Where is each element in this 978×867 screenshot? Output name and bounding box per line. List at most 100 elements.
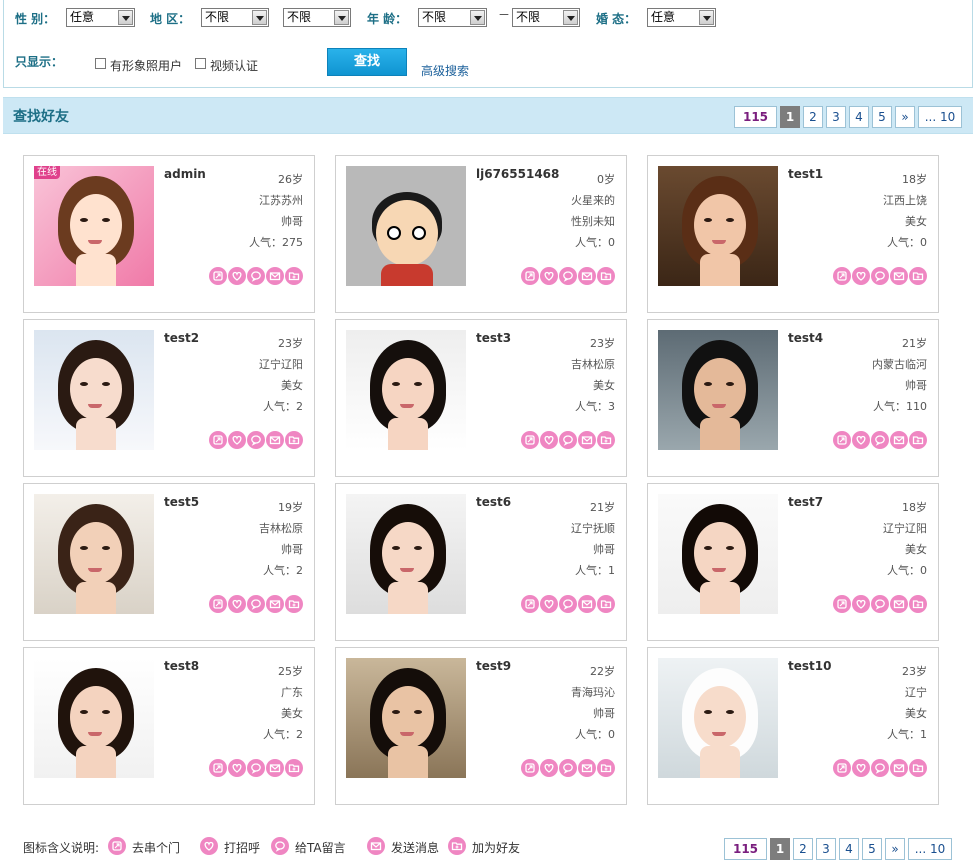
region-city-select[interactable]: 不限 (283, 8, 351, 27)
envelope-icon[interactable] (890, 595, 908, 613)
user-name-link[interactable]: test3 (476, 331, 511, 345)
page-link-current[interactable]: 1 (770, 838, 790, 860)
speech-bubble-icon[interactable] (871, 267, 889, 285)
speech-bubble-icon[interactable] (559, 759, 577, 777)
page-link[interactable]: 5 (872, 106, 892, 128)
user-name-link[interactable]: lj676551468 (476, 167, 559, 181)
heart-icon[interactable] (540, 431, 558, 449)
visit-icon[interactable] (833, 759, 851, 777)
add-friend-icon[interactable] (909, 431, 927, 449)
visit-icon[interactable] (521, 595, 539, 613)
user-name-link[interactable]: admin (164, 167, 206, 181)
page-link[interactable]: 2 (803, 106, 823, 128)
speech-bubble-icon[interactable] (871, 431, 889, 449)
heart-icon[interactable] (852, 267, 870, 285)
gender-select[interactable]: 任意 (66, 8, 135, 27)
age-from-select[interactable]: 不限 (418, 8, 487, 27)
speech-bubble-icon[interactable] (559, 267, 577, 285)
user-avatar[interactable] (346, 658, 466, 778)
add-friend-icon[interactable] (285, 431, 303, 449)
page-link[interactable]: 3 (826, 106, 846, 128)
envelope-icon[interactable] (890, 431, 908, 449)
user-avatar[interactable] (658, 658, 778, 778)
user-name-link[interactable]: test10 (788, 659, 831, 673)
heart-icon[interactable] (852, 759, 870, 777)
speech-bubble-icon[interactable] (247, 759, 265, 777)
advanced-search-link[interactable]: 高级搜索 (421, 62, 469, 79)
age-to-select[interactable]: 不限 (512, 8, 580, 27)
heart-icon[interactable] (540, 759, 558, 777)
user-name-link[interactable]: test8 (164, 659, 199, 673)
user-avatar[interactable] (658, 166, 778, 286)
envelope-icon[interactable] (578, 759, 596, 777)
speech-bubble-icon[interactable] (559, 431, 577, 449)
page-link[interactable]: 4 (849, 106, 869, 128)
user-name-link[interactable]: test1 (788, 167, 823, 181)
last-page-link[interactable]: ... 10 (908, 838, 952, 860)
heart-icon[interactable] (228, 595, 246, 613)
add-friend-icon[interactable] (285, 267, 303, 285)
heart-icon[interactable] (852, 595, 870, 613)
user-avatar[interactable] (346, 494, 466, 614)
heart-icon[interactable] (228, 431, 246, 449)
heart-icon[interactable] (228, 759, 246, 777)
speech-bubble-icon[interactable] (247, 431, 265, 449)
next-page-link[interactable]: » (895, 106, 915, 128)
user-name-link[interactable]: test4 (788, 331, 823, 345)
add-friend-icon[interactable] (597, 595, 615, 613)
visit-icon[interactable] (209, 267, 227, 285)
speech-bubble-icon[interactable] (559, 595, 577, 613)
photo-users-checkbox[interactable] (95, 58, 106, 69)
user-avatar[interactable] (34, 658, 154, 778)
marital-select[interactable]: 任意 (647, 8, 716, 27)
user-avatar[interactable] (658, 494, 778, 614)
envelope-icon[interactable] (266, 759, 284, 777)
add-friend-icon[interactable] (285, 595, 303, 613)
user-avatar[interactable] (346, 330, 466, 450)
user-name-link[interactable]: test5 (164, 495, 199, 509)
add-friend-icon[interactable] (285, 759, 303, 777)
visit-icon[interactable] (833, 595, 851, 613)
envelope-icon[interactable] (266, 267, 284, 285)
next-page-link[interactable]: » (885, 838, 905, 860)
speech-bubble-icon[interactable] (247, 595, 265, 613)
envelope-icon[interactable] (266, 595, 284, 613)
speech-bubble-icon[interactable] (871, 595, 889, 613)
visit-icon[interactable] (833, 267, 851, 285)
envelope-icon[interactable] (266, 431, 284, 449)
page-link[interactable]: 5 (862, 838, 882, 860)
visit-icon[interactable] (521, 267, 539, 285)
add-friend-icon[interactable] (909, 267, 927, 285)
add-friend-icon[interactable] (597, 267, 615, 285)
visit-icon[interactable] (521, 759, 539, 777)
visit-icon[interactable] (833, 431, 851, 449)
region-province-select[interactable]: 不限 (201, 8, 269, 27)
page-link[interactable]: 3 (816, 838, 836, 860)
envelope-icon[interactable] (578, 595, 596, 613)
add-friend-icon[interactable] (597, 431, 615, 449)
add-friend-icon[interactable] (909, 759, 927, 777)
heart-icon[interactable] (228, 267, 246, 285)
visit-icon[interactable] (521, 431, 539, 449)
envelope-icon[interactable] (890, 267, 908, 285)
last-page-link[interactable]: ... 10 (918, 106, 962, 128)
speech-bubble-icon[interactable] (247, 267, 265, 285)
visit-icon[interactable] (209, 759, 227, 777)
visit-icon[interactable] (209, 431, 227, 449)
user-avatar[interactable] (658, 330, 778, 450)
user-name-link[interactable]: test2 (164, 331, 199, 345)
user-name-link[interactable]: test9 (476, 659, 511, 673)
find-button[interactable]: 查找 (327, 48, 407, 76)
visit-icon[interactable] (209, 595, 227, 613)
user-name-link[interactable]: test7 (788, 495, 823, 509)
page-link[interactable]: 2 (793, 838, 813, 860)
add-friend-icon[interactable] (597, 759, 615, 777)
envelope-icon[interactable] (578, 267, 596, 285)
heart-icon[interactable] (852, 431, 870, 449)
add-friend-icon[interactable] (909, 595, 927, 613)
heart-icon[interactable] (540, 595, 558, 613)
envelope-icon[interactable] (578, 431, 596, 449)
heart-icon[interactable] (540, 267, 558, 285)
user-name-link[interactable]: test6 (476, 495, 511, 509)
envelope-icon[interactable] (890, 759, 908, 777)
